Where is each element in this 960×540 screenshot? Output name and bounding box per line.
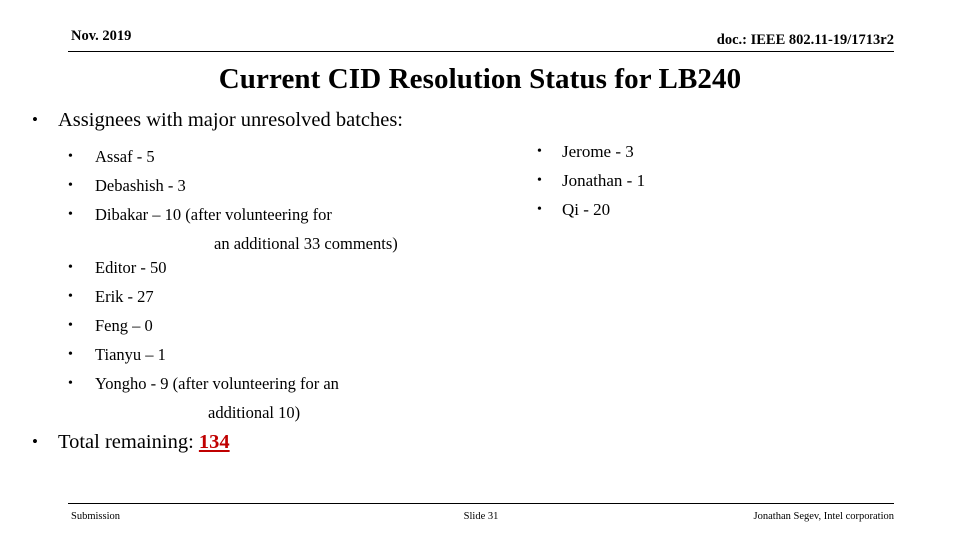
- total-remaining-row: • Total remaining: 134: [0, 428, 620, 456]
- assignee-label: Editor - 50: [95, 258, 167, 277]
- list-item: • Tianyu – 1: [0, 340, 520, 369]
- bullet-glyph-icon: •: [32, 110, 38, 129]
- header-divider: [68, 51, 894, 52]
- bullet-glyph-icon: •: [68, 318, 73, 333]
- list-item: • Qi - 20: [0, 195, 610, 224]
- list-item: • Erik - 27: [0, 282, 520, 311]
- assignee-label: Tianyu – 1: [95, 345, 166, 364]
- assignee-label: Qi - 20: [562, 200, 611, 219]
- main-bullet-label: Assignees with major unresolved batches:: [58, 109, 404, 131]
- slide-canvas: { "header": { "date": "Nov. 2019", "doc_…: [0, 0, 960, 540]
- bullet-glyph-icon: •: [68, 376, 73, 391]
- bullet-glyph-icon: •: [68, 260, 73, 275]
- page-title: Current CID Resolution Status for LB240: [218, 63, 742, 95]
- main-bullet-assignees: • Assignees with major unresolved batche…: [0, 106, 960, 134]
- footer-author: Jonathan Segev, Intel corporation: [753, 511, 894, 522]
- bullet-glyph-icon: •: [537, 173, 542, 188]
- assignee-label-continuation: additional 10): [0, 398, 520, 427]
- list-item: • Jonathan - 1: [0, 166, 645, 195]
- assignee-label: Yongho - 9 (after volunteering for an: [95, 374, 339, 393]
- bullet-glyph-icon: •: [537, 202, 542, 217]
- footer-divider: [68, 503, 894, 504]
- slide-header: Nov. 2019 doc.: IEEE 802.11-19/1713r2: [68, 26, 894, 52]
- total-remaining-text: Total remaining: 134: [58, 428, 230, 456]
- assignee-label: Feng – 0: [95, 316, 153, 335]
- bullet-glyph-icon: •: [537, 144, 542, 159]
- list-item: • Yongho - 9 (after volunteering for an: [0, 369, 520, 398]
- header-date: Nov. 2019: [71, 28, 132, 44]
- bullet-glyph-icon: •: [32, 432, 38, 451]
- bullet-glyph-icon: •: [68, 289, 73, 304]
- assignee-label: Jonathan - 1: [562, 171, 646, 190]
- assignee-list-right: • Jerome - 3 • Jonathan - 1 • Qi - 20: [0, 137, 645, 224]
- assignee-list-left-group2: • Editor - 50 • Erik - 27 • Feng – 0 • T…: [0, 253, 520, 427]
- list-item: • Feng – 0: [0, 311, 520, 340]
- bullet-glyph-icon: •: [68, 347, 73, 362]
- list-item: • Editor - 50: [0, 253, 520, 282]
- slide-body: • Assignees with major unresolved batche…: [0, 106, 960, 486]
- assignee-label: Jerome - 3: [562, 142, 634, 161]
- total-remaining-value: 134: [198, 431, 230, 453]
- total-remaining-bullet: • Total remaining: 134: [0, 428, 620, 456]
- total-remaining-label: Total remaining:: [58, 431, 199, 453]
- slide-footer: Submission Slide 31 Jonathan Segev, Inte…: [68, 509, 894, 527]
- assignee-continuation-text: additional 10): [208, 403, 301, 422]
- assignee-label: Erik - 27: [95, 287, 154, 306]
- list-item: • Jerome - 3: [0, 137, 634, 166]
- header-doc-reference: doc.: IEEE 802.11-19/1713r2: [716, 32, 894, 48]
